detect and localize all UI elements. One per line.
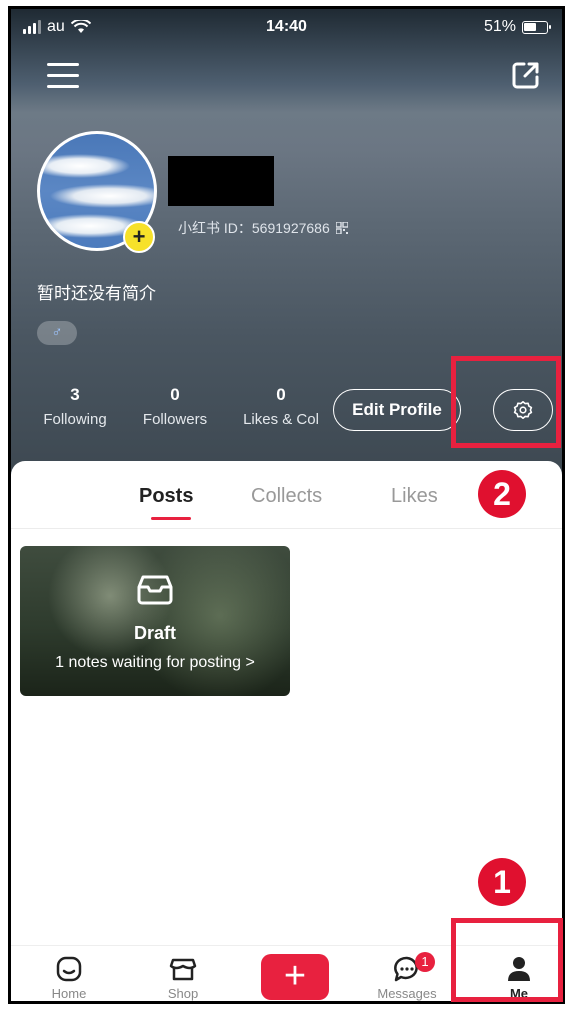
tab-shop[interactable]: Shop xyxy=(143,954,223,1001)
edit-profile-button[interactable]: Edit Profile xyxy=(333,389,461,431)
stat-likes-collects[interactable]: 0 Likes & Col xyxy=(233,385,329,428)
create-post-button[interactable]: + xyxy=(261,954,329,1000)
clock: 14:40 xyxy=(266,18,307,35)
draft-title: Draft xyxy=(133,623,176,643)
tab-collects[interactable]: Collects xyxy=(251,485,322,508)
messages-badge: 1 xyxy=(415,952,435,972)
draft-subtitle: 1 notes waiting for posting > xyxy=(55,654,255,671)
status-bar: au 14:40 51% xyxy=(11,9,562,47)
draft-box-icon xyxy=(137,575,173,605)
username-redacted xyxy=(168,156,274,206)
stat-label: Followers xyxy=(142,411,208,428)
stat-value: 3 xyxy=(70,385,80,404)
battery-status: 51% xyxy=(483,18,551,36)
tab-messages-label: Messages xyxy=(377,986,437,1001)
me-highlight-box xyxy=(451,918,563,1002)
step-one-marker: 1 xyxy=(478,858,526,906)
share-icon[interactable] xyxy=(510,59,542,91)
settings-highlight-box xyxy=(451,356,561,448)
battery-percent: 51% xyxy=(483,18,516,35)
user-id[interactable]: 小红书 ID：5691927686 xyxy=(178,218,348,238)
stat-label: Likes & Col xyxy=(243,411,319,428)
battery-icon xyxy=(522,20,551,34)
stat-value: 0 xyxy=(170,385,180,404)
gender-tag: ♂ xyxy=(37,321,77,345)
tab-messages[interactable]: Messages xyxy=(367,954,447,1001)
step-two-marker: 2 xyxy=(478,470,526,518)
active-tab-indicator xyxy=(151,517,191,520)
tab-home[interactable]: Home xyxy=(29,954,109,1001)
stat-followers[interactable]: 0 Followers xyxy=(133,385,217,428)
shop-icon xyxy=(169,958,197,981)
menu-icon[interactable] xyxy=(47,63,79,89)
stat-label: Following xyxy=(43,411,107,428)
draft-card[interactable]: Draft 1 notes waiting for posting > xyxy=(20,546,290,696)
add-avatar-icon[interactable]: + xyxy=(123,221,155,253)
stat-value: 0 xyxy=(276,385,286,404)
bio-text[interactable]: 暂时还没有简介 xyxy=(37,279,156,304)
tab-shop-label: Shop xyxy=(167,986,199,1001)
tab-likes[interactable]: Likes xyxy=(391,485,438,508)
user-id-text: 小红书 ID：5691927686 xyxy=(178,220,330,236)
stat-following[interactable]: 3 Following xyxy=(35,385,115,428)
qr-code-icon[interactable] xyxy=(335,222,348,234)
tab-home-label: Home xyxy=(51,986,87,1001)
tab-posts[interactable]: Posts xyxy=(139,485,193,508)
home-icon xyxy=(56,956,82,982)
